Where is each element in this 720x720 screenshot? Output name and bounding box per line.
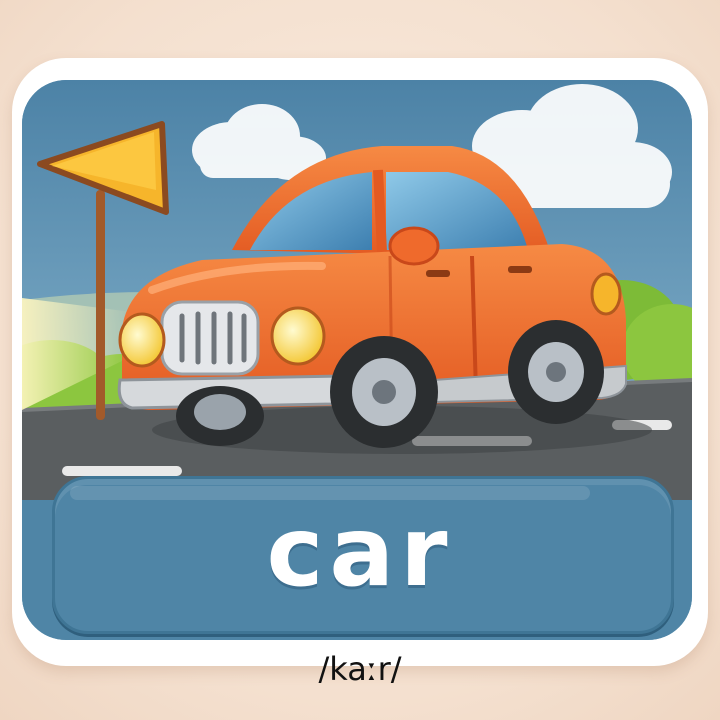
wheel-rear bbox=[508, 320, 604, 424]
wheel-front bbox=[176, 386, 264, 446]
pronunciation-text: /kaːr/ bbox=[318, 650, 402, 688]
wheel-middle bbox=[330, 336, 438, 448]
vocabulary-word: car bbox=[266, 496, 454, 608]
